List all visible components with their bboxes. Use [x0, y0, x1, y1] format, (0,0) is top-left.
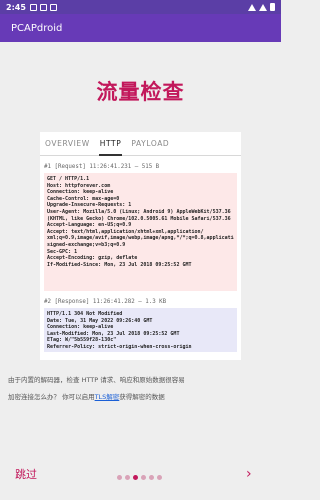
request-line: (KHTML, like Gecko) Chrome/102.0.5005.61… — [47, 215, 231, 222]
page-dot — [141, 475, 146, 480]
tab-bar: OVERVIEW HTTP PAYLOAD — [40, 132, 241, 156]
request-line: Accept-Language: en-US;q=0.9 — [47, 222, 132, 229]
tls-description: 加密连接怎么办？ 你可以启用TLS解密获得解密的数据 — [8, 391, 165, 401]
connection-details-preview: OVERVIEW HTTP PAYLOAD #1 [Request] 11:26… — [40, 132, 241, 360]
response-line: Date: Tue, 31 May 2022 09:26:40 GMT — [47, 317, 153, 324]
status-bar: 2:45 — [0, 0, 281, 14]
app-title: PCAPdroid — [11, 22, 63, 34]
page-dot — [117, 475, 122, 480]
page-indicator — [117, 475, 162, 480]
notification-icon — [29, 3, 37, 11]
app-bar: PCAPdroid — [0, 14, 281, 42]
status-time: 2:45 — [6, 2, 26, 12]
request-header: #1 [Request] 11:26:41.231 — 515 B — [44, 164, 160, 170]
response-header: #2 [Response] 11:26:41.282 — 1.3 KB — [44, 299, 167, 305]
response-line: Last-Modified: Mon, 23 Jul 2018 09:25:52… — [47, 330, 180, 337]
request-line: Connection: keep-alive — [47, 189, 114, 196]
tls-description-prefix: 加密连接怎么办？ 你可以启用 — [8, 393, 95, 401]
page-dot — [157, 475, 162, 480]
request-line: User-Agent: Mozilla/5.0 (Linux; Android … — [47, 208, 231, 215]
battery-icon — [270, 3, 275, 11]
page-dot — [125, 475, 130, 480]
request-content: GET / HTTP/1.1 Host: httpforever.com Con… — [44, 173, 237, 291]
signal-icon — [259, 3, 267, 11]
slide-title: 流量检查 — [96, 80, 185, 104]
wifi-icon — [248, 3, 256, 11]
tab-overview[interactable]: OVERVIEW — [40, 132, 95, 155]
tab-http[interactable]: HTTP — [95, 132, 127, 156]
request-line: If-Modified-Since: Mon, 23 Jul 2018 09:2… — [47, 261, 192, 268]
tab-payload[interactable]: PAYLOAD — [126, 132, 174, 155]
request-line: xml;q=0.9,image/avif,image/webp,image/ap… — [47, 235, 234, 242]
response-line: Connection: keep-alive — [47, 324, 114, 331]
response-line: ETag: W/"5b559f28-130c" — [47, 337, 117, 344]
next-arrow-icon[interactable]: › — [246, 466, 252, 482]
response-content: HTTP/1.1 304 Not Modified Date: Tue, 31 … — [44, 308, 237, 352]
request-line: Cache-Control: max-age=0 — [47, 195, 120, 202]
request-line: Accept: text/html,application/xhtml+xml,… — [47, 228, 204, 235]
request-line: Accept-Encoding: gzip, deflate — [47, 255, 138, 262]
request-line: GET / HTTP/1.1 — [47, 176, 90, 182]
request-line: signed-exchange;v=b3;q=0.9 — [47, 241, 126, 248]
response-line: Referrer-Policy: strict-origin-when-cros… — [47, 343, 192, 350]
page-dot — [149, 475, 154, 480]
request-line: Host: httpforever.com — [47, 182, 111, 189]
notification-icon — [39, 3, 47, 11]
intro-navigation: 跳过 › — [0, 460, 281, 490]
response-line: HTTP/1.1 304 Not Modified — [47, 311, 123, 317]
description-text: 由于内置的解码器，检查 HTTP 请求、响应和原始数据很容易 — [8, 376, 185, 384]
skip-button[interactable]: 跳过 — [15, 466, 37, 482]
tls-decryption-link[interactable]: TLS解密 — [95, 393, 120, 401]
tls-description-suffix: 获得解密的数据 — [119, 393, 165, 401]
request-line: Upgrade-Insecure-Requests: 1 — [47, 202, 132, 209]
request-line: Sec-GPC: 1 — [47, 248, 78, 255]
notification-icon — [49, 3, 57, 11]
page-dot-current — [133, 475, 138, 480]
